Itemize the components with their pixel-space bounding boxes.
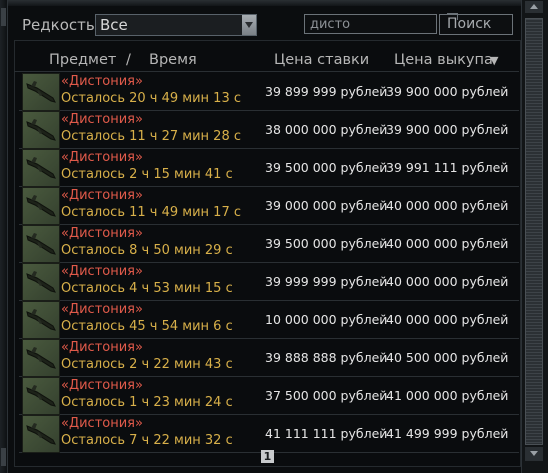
item-name[interactable]: «Дистония» <box>61 302 143 317</box>
weapon-rifle-icon[interactable] <box>22 225 60 263</box>
item-name[interactable]: «Дистония» <box>61 378 143 393</box>
weapon-rifle-icon[interactable] <box>22 111 60 149</box>
buyout-price: 40 000 000 рублей <box>386 236 509 251</box>
weapon-rifle-icon[interactable] <box>22 377 60 415</box>
chevron-down-icon[interactable] <box>242 15 256 35</box>
bid-price: 39 000 000 рублей <box>265 198 388 213</box>
time-left: Осталось 20 ч 49 мин 13 с <box>61 91 241 106</box>
item-name[interactable]: «Дистония» <box>61 340 143 355</box>
weapon-rifle-icon[interactable] <box>22 73 60 111</box>
bid-price: 37 500 000 рублей <box>265 388 388 403</box>
button-corner-notch <box>447 13 458 20</box>
bid-price: 39 899 999 рублей <box>265 84 388 99</box>
header-divider <box>14 71 519 72</box>
item-name[interactable]: «Дистония» <box>61 188 143 203</box>
bid-price: 41 111 111 рублей <box>265 426 388 441</box>
weapon-rifle-icon[interactable] <box>22 263 60 301</box>
col-buyout[interactable]: Цена выкупа <box>394 52 493 68</box>
rail-knob-bottom <box>1 448 6 466</box>
filter-bar: Редкость Все Поиск <box>14 13 518 36</box>
search-field[interactable] <box>304 14 437 34</box>
buyout-price: 41 000 000 рублей <box>386 388 509 403</box>
table-row[interactable]: «Дистония» Осталось 4 ч 53 мин 15 с 39 999… <box>19 263 519 301</box>
table-row[interactable]: «Дистония» Осталось 20 ч 49 мин 13 с 39 89… <box>19 73 519 111</box>
time-left: Осталось 11 ч 27 мин 28 с <box>61 129 241 144</box>
weapon-rifle-icon[interactable] <box>22 339 60 377</box>
time-left: Осталось 11 ч 49 мин 17 с <box>61 205 241 220</box>
page-button-current[interactable]: 1 <box>261 450 274 463</box>
item-name[interactable]: «Дистония» <box>61 226 143 241</box>
scroll-down-icon[interactable] <box>525 447 543 461</box>
window-top-edge <box>0 0 548 6</box>
weapon-rifle-icon[interactable] <box>22 187 60 225</box>
rarity-selected-value: Все <box>100 16 128 34</box>
weapon-rifle-icon[interactable] <box>22 149 60 187</box>
table-row[interactable]: «Дистония» Осталось 8 ч 50 мин 29 с 39 500… <box>19 225 519 263</box>
sort-desc-icon[interactable]: ▼ <box>490 54 498 67</box>
time-left: Осталось 45 ч 54 мин 6 с <box>61 319 233 334</box>
rail-knob-top <box>1 8 6 26</box>
buyout-price: 39 900 000 рублей <box>386 122 509 137</box>
bid-price: 39 500 000 рублей <box>265 236 388 251</box>
buyout-price: 41 499 999 рублей <box>386 426 509 441</box>
bid-price: 39 500 000 рублей <box>265 160 388 175</box>
buyout-price: 39 900 000 рублей <box>386 84 509 99</box>
table-row[interactable]: «Дистония» Осталось 11 ч 49 мин 17 с 39 00… <box>19 187 519 225</box>
item-name[interactable]: «Дистония» <box>61 150 143 165</box>
scroll-up-icon[interactable] <box>525 1 543 13</box>
buyout-price: 40 500 000 рублей <box>386 350 509 365</box>
col-bid[interactable]: Цена ставки <box>274 52 369 68</box>
pagination: 1 <box>14 446 519 466</box>
table-row[interactable]: «Дистония» Осталось 1 ч 23 мин 24 с 37 500… <box>19 377 519 415</box>
rarity-label: Редкость <box>22 16 95 34</box>
column-header: Предмет / Время Цена ставки Цена выкупа … <box>14 52 519 72</box>
time-left: Осталось 2 ч 22 мин 43 с <box>61 357 233 372</box>
bid-price: 39 888 888 рублей <box>265 350 388 365</box>
rarity-dropdown[interactable]: Все <box>95 14 257 36</box>
table-row[interactable]: «Дистония» Осталось 45 ч 54 мин 6 с 10 000… <box>19 301 519 339</box>
col-time[interactable]: Время <box>149 52 197 68</box>
col-separator: / <box>126 52 131 68</box>
buyout-price: 40 000 000 рублей <box>386 312 509 327</box>
table-row[interactable]: «Дистония» Осталось 2 ч 15 мин 41 с 39 500… <box>19 149 519 187</box>
time-left: Осталось 4 ч 53 мин 15 с <box>61 281 233 296</box>
vertical-scrollbar[interactable] <box>521 0 548 473</box>
item-name[interactable]: «Дистония» <box>61 74 143 89</box>
item-name[interactable]: «Дистония» <box>61 112 143 127</box>
time-left: Осталось 8 ч 50 мин 29 с <box>61 243 233 258</box>
item-name[interactable]: «Дистония» <box>61 416 143 431</box>
scroll-thumb[interactable] <box>525 18 543 445</box>
bid-price: 38 000 000 рублей <box>265 122 388 137</box>
search-input[interactable] <box>305 15 435 33</box>
buyout-price: 39 991 111 рублей <box>386 160 509 175</box>
time-left: Осталось 2 ч 15 мин 41 с <box>61 167 233 182</box>
buyout-price: 40 000 000 рублей <box>386 198 509 213</box>
bid-price: 10 000 000 рублей <box>265 312 388 327</box>
table-row[interactable]: «Дистония» Осталось 2 ч 22 мин 43 с 39 888… <box>19 339 519 377</box>
col-item[interactable]: Предмет <box>49 52 116 68</box>
time-left: Осталось 1 ч 23 мин 24 с <box>61 395 233 410</box>
weapon-rifle-icon[interactable] <box>22 301 60 339</box>
buyout-price: 40 000 000 рублей <box>386 274 509 289</box>
item-name[interactable]: «Дистония» <box>61 264 143 279</box>
search-button[interactable]: Поиск <box>439 13 513 35</box>
left-rail <box>0 0 8 473</box>
lots-list: «Дистония» Осталось 20 ч 49 мин 13 с 39 89… <box>19 73 519 453</box>
bid-price: 39 999 999 рублей <box>265 274 388 289</box>
table-row[interactable]: «Дистония» Осталось 11 ч 27 мин 28 с 38 00… <box>19 111 519 149</box>
